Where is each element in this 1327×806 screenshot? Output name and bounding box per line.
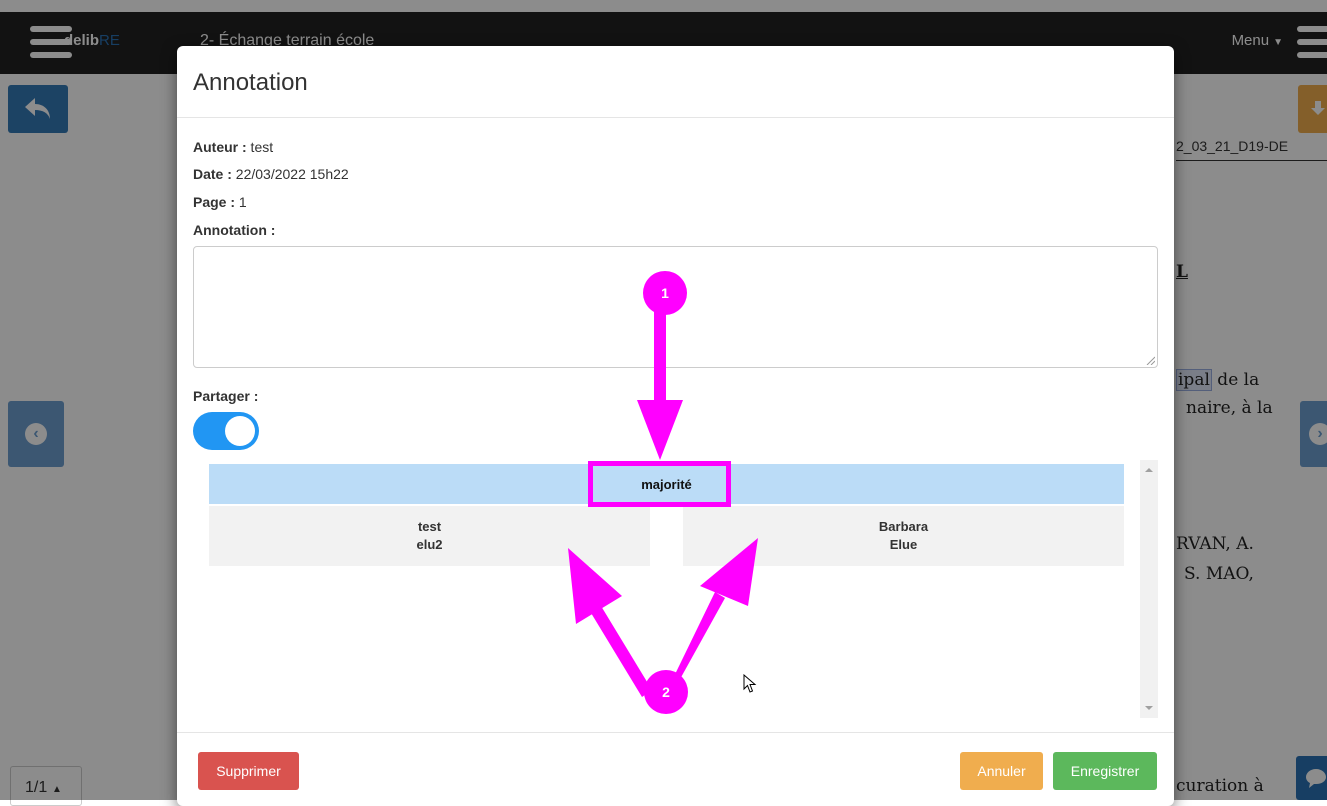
- share-toggle[interactable]: [193, 412, 259, 450]
- member-name: test: [417, 519, 442, 534]
- modal-title: Annotation: [193, 69, 308, 96]
- callout-marker-2: 2: [644, 670, 688, 714]
- page-field: Page : 1: [193, 194, 247, 210]
- mouse-cursor-icon: [743, 674, 757, 693]
- delete-button[interactable]: Supprimer: [198, 752, 299, 790]
- member-card[interactable]: test elu2: [209, 506, 650, 566]
- scroll-up-arrow-icon[interactable]: [1145, 468, 1153, 472]
- share-label: Partager :: [193, 388, 258, 404]
- date-value: 22/03/2022 15h22: [231, 166, 349, 182]
- annotation-label: Annotation :: [193, 222, 275, 238]
- callout-marker-1: 1: [643, 271, 687, 315]
- author-label: Auteur :: [193, 139, 247, 155]
- callout-highlight-box: [588, 461, 731, 507]
- member-role: Elue: [889, 537, 918, 552]
- member-role: elu2: [416, 537, 443, 552]
- annotation-label-text: Annotation :: [193, 222, 276, 238]
- share-label-text: Partager :: [193, 388, 259, 404]
- modal-header: Annotation: [177, 46, 1174, 118]
- modal-footer: Supprimer Annuler Enregistrer: [177, 732, 1174, 806]
- member-name: Barbara: [878, 519, 929, 534]
- page-label: Page :: [193, 194, 236, 210]
- toggle-knob: [225, 416, 255, 446]
- scroll-down-arrow-icon[interactable]: [1145, 706, 1153, 710]
- save-button[interactable]: Enregistrer: [1053, 752, 1157, 790]
- date-field: Date : 22/03/2022 15h22: [193, 166, 349, 182]
- date-label: Date :: [193, 166, 232, 182]
- page-value: 1: [235, 194, 247, 210]
- member-card[interactable]: Barbara Elue: [683, 506, 1124, 566]
- share-list-scrollbar[interactable]: [1140, 460, 1158, 718]
- cancel-button[interactable]: Annuler: [960, 752, 1043, 790]
- author-value: test: [246, 139, 274, 155]
- author-field: Auteur : test: [193, 139, 273, 155]
- resize-grip-icon[interactable]: [1145, 355, 1155, 365]
